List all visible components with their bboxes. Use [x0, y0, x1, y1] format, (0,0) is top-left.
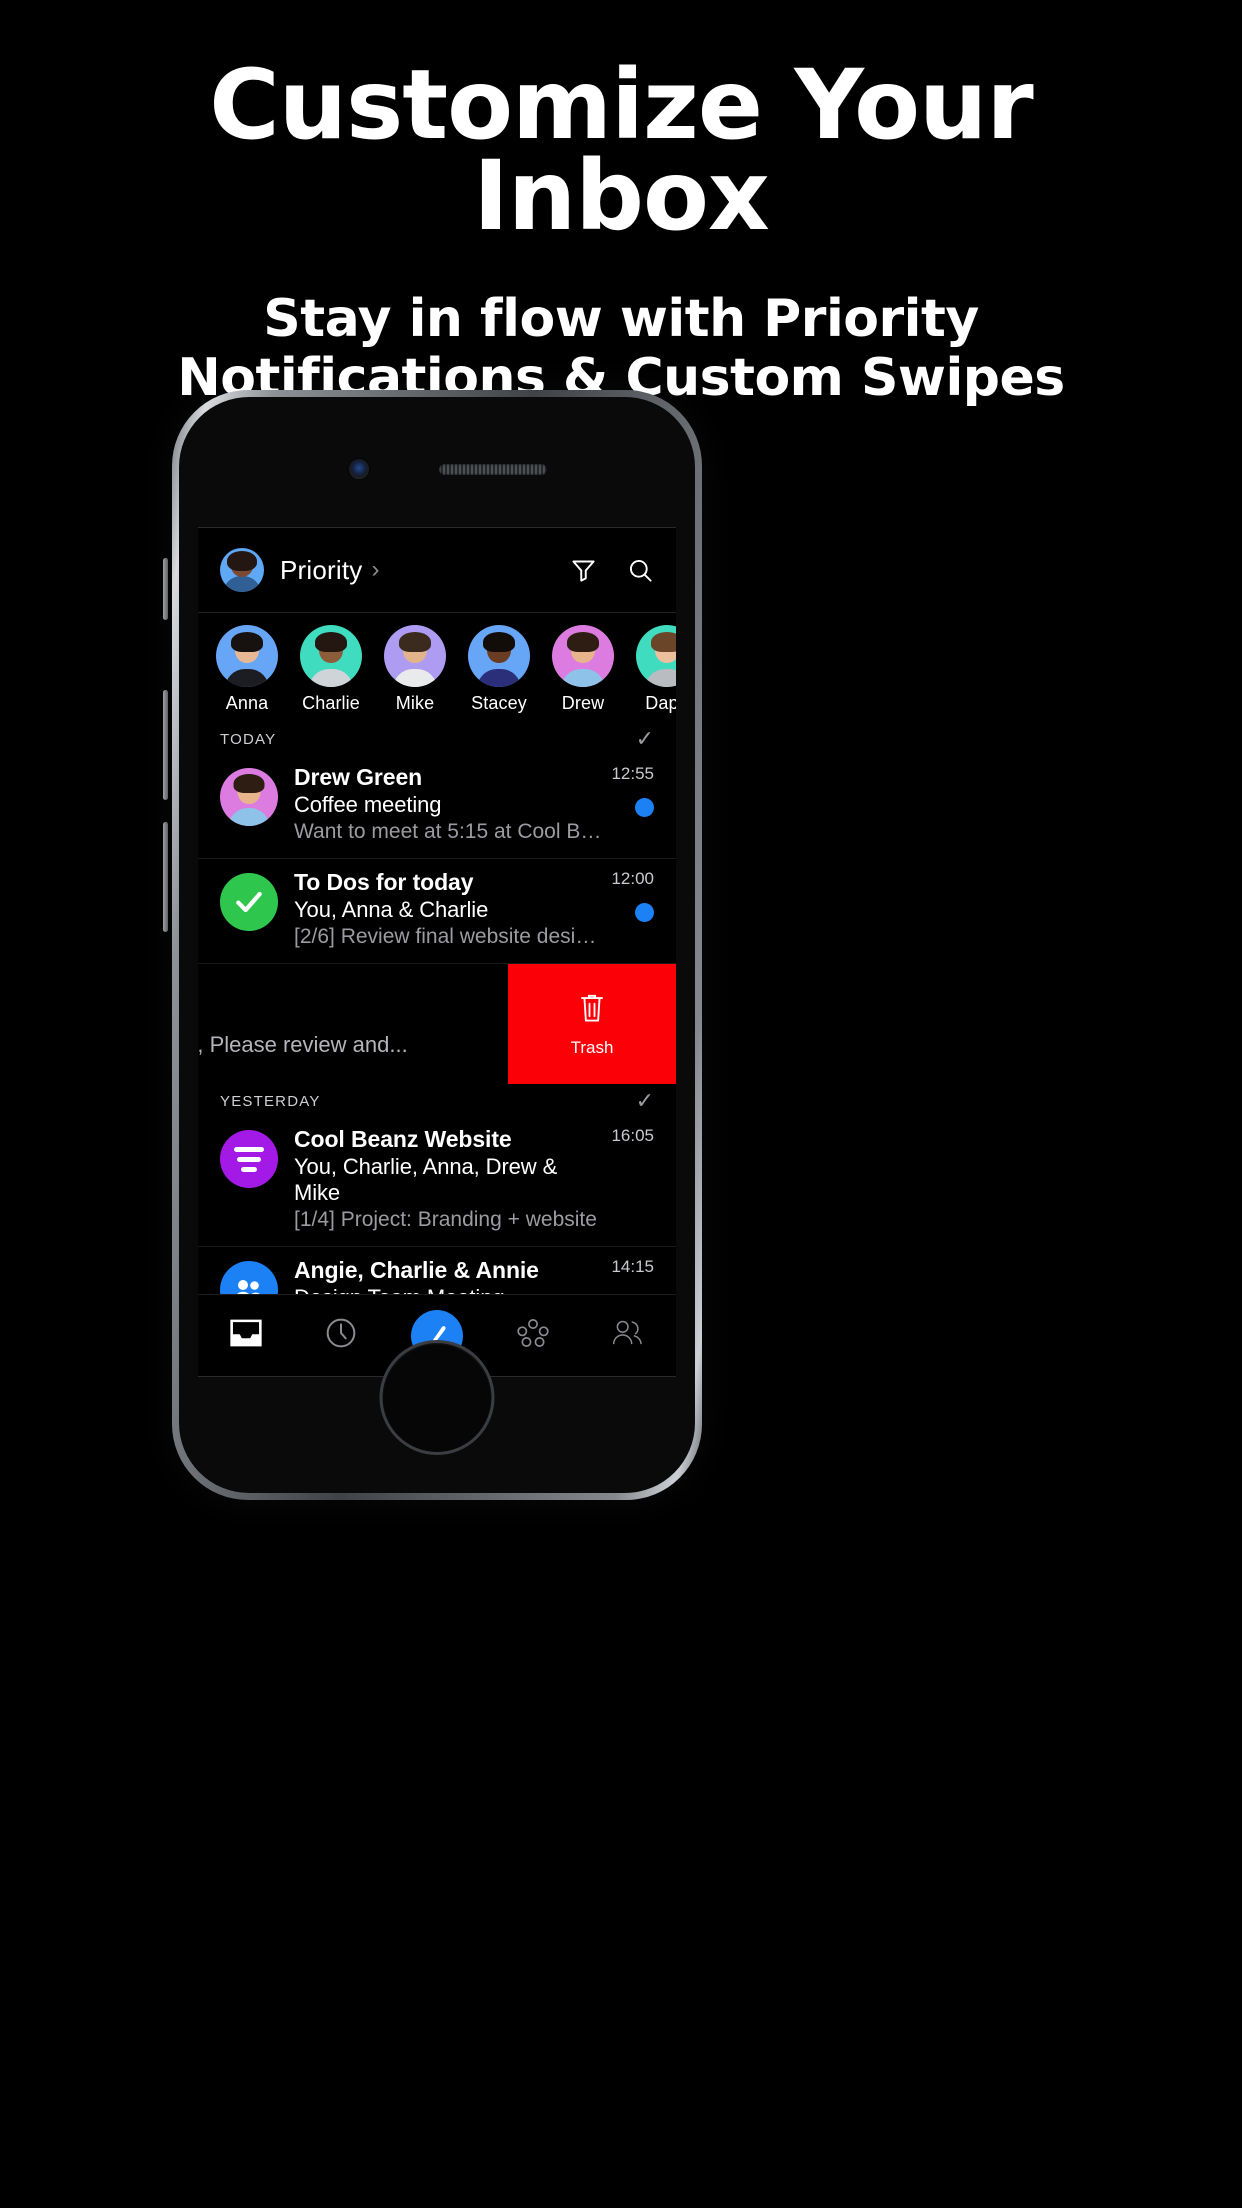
app-screen: Priority › Anna Charlie Mike Stacey Drew… [198, 527, 676, 1377]
trash-action-label: Trash [570, 1037, 614, 1057]
promo-block: Customize Your Inbox Stay in flow with P… [0, 0, 1242, 407]
search-icon[interactable] [627, 557, 654, 584]
phone-mockup: Priority › Anna Charlie Mike Stacey Drew… [163, 390, 702, 1500]
message-body: Drew Green Coffee meeting Want to meet a… [294, 764, 601, 844]
check-icon[interactable]: ✓ [636, 728, 654, 750]
person-name: Daph [645, 693, 676, 713]
page-title-inbox[interactable]: Priority [280, 555, 363, 586]
person-avatar [468, 625, 530, 687]
message-preview: [2/6] Review final website design. [294, 925, 602, 948]
filter-icon[interactable] [570, 557, 597, 584]
message-preview: gie, Please review and... [198, 1032, 408, 1057]
person-avatar [636, 625, 676, 687]
page-subtitle-line1: Stay in flow with Priority [263, 289, 979, 350]
person-avatar [384, 625, 446, 687]
person-avatar [552, 625, 614, 687]
person-avatar [216, 625, 278, 687]
sender-name: To Dos for today [294, 869, 474, 895]
person-chip[interactable]: Stacey [468, 625, 530, 714]
section-header-yesterday: YESTERDAY ✓ [198, 1084, 676, 1116]
drew-avatar [220, 768, 278, 826]
list-item[interactable]: To Dos for today You, Anna & Charlie [2/… [198, 859, 676, 963]
message-meta: 12:55 [611, 764, 654, 844]
person-name: Charlie [302, 693, 360, 713]
message-preview: [1/4] Project: Branding + website [294, 1208, 597, 1231]
clock-icon [325, 1317, 357, 1354]
message-preview: Want to meet at 5:15 at Cool Beanz on ..… [294, 820, 601, 843]
person-name: Mike [395, 693, 435, 713]
volume-down-button[interactable] [163, 822, 168, 932]
person-chip[interactable]: Daph [636, 625, 676, 714]
clusters-icon [516, 1318, 550, 1353]
person-chip[interactable]: Drew [552, 625, 614, 714]
people-icon [611, 1319, 645, 1352]
list-item[interactable]: Cool Beanz Website You, Charlie, Anna, D… [198, 1116, 676, 1246]
sender-name: Angie, Charlie & Annie [294, 1257, 539, 1283]
check-icon[interactable]: ✓ [636, 1090, 654, 1112]
snooze-tab[interactable] [306, 1317, 376, 1354]
person-avatar [300, 625, 362, 687]
person-chip[interactable]: Mike [384, 625, 446, 714]
message-meta: 12:00 [611, 869, 654, 949]
timestamp: 16:05 [611, 1126, 654, 1145]
home-button[interactable] [379, 1340, 495, 1455]
timestamp: 12:00 [611, 869, 654, 888]
people-tab[interactable] [593, 1319, 663, 1352]
section-label: YESTERDAY [220, 1092, 321, 1110]
section-label: TODAY [220, 730, 277, 748]
timestamp: 12:55 [611, 764, 654, 783]
person-chip[interactable]: Charlie [300, 625, 362, 714]
page-title-line2: Inbox [473, 140, 770, 253]
message-body: To Dos for today You, Anna & Charlie [2/… [294, 869, 601, 949]
chevron-right-icon[interactable]: › [372, 558, 380, 582]
trash-icon [577, 991, 607, 1030]
message-meta: 16:05 [611, 1126, 654, 1232]
person-name: Drew [561, 693, 605, 713]
list-item-swiped-trash[interactable]: gie, Please review and... 10:30 Tr [198, 964, 676, 1084]
earpiece-speaker [439, 464, 547, 475]
message-subject: You, Charlie, Anna, Drew & Mike [294, 1154, 558, 1205]
sender-name: Cool Beanz Website [294, 1126, 512, 1152]
person-name: Anna [225, 693, 269, 713]
page-title: Customize Your Inbox [0, 0, 1242, 253]
volume-up-button[interactable] [163, 690, 168, 800]
trash-action-button[interactable]: Trash [508, 964, 676, 1084]
inbox-icon [229, 1318, 263, 1353]
sender-name: Drew Green [294, 764, 423, 790]
message-body: Cool Beanz Website You, Charlie, Anna, D… [294, 1126, 601, 1232]
phone-body: Priority › Anna Charlie Mike Stacey Drew… [179, 397, 695, 1493]
silent-switch[interactable] [163, 558, 168, 620]
clusters-tab[interactable] [498, 1318, 568, 1353]
message-subject: Coffee meeting [294, 792, 442, 817]
person-chip[interactable]: Anna [216, 625, 278, 714]
unread-badge[interactable] [635, 903, 654, 922]
section-header-today: TODAY ✓ [198, 722, 676, 754]
app-header: Priority › [198, 528, 676, 613]
inbox-tab[interactable] [211, 1318, 281, 1353]
avatar[interactable] [220, 548, 264, 592]
list-item[interactable]: Drew Green Coffee meeting Want to meet a… [198, 754, 676, 858]
message-subject: You, Anna & Charlie [294, 897, 489, 922]
checkmark-avatar [220, 873, 278, 931]
timestamp: 14:15 [611, 1257, 654, 1276]
front-camera-icon [349, 459, 369, 479]
people-strip[interactable]: Anna Charlie Mike Stacey Drew Da [198, 613, 676, 722]
list-avatar [220, 1130, 278, 1188]
unread-badge[interactable] [635, 798, 654, 817]
person-name: Stacey [471, 693, 527, 713]
